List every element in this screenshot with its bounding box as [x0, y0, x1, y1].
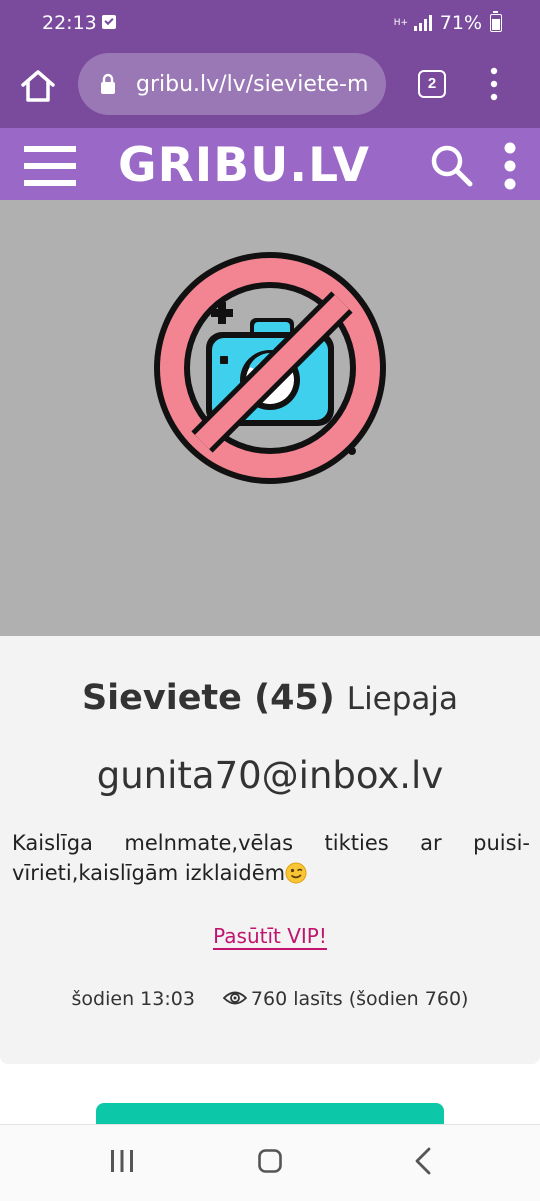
site-menu-dots-icon[interactable]	[500, 142, 520, 190]
no-photo-icon	[154, 252, 386, 484]
search-icon[interactable]	[428, 142, 474, 188]
eye-icon	[222, 991, 247, 1005]
status-bar: 22:13 H+ 71%	[0, 0, 540, 48]
url-text: gribu.lv/lv/sieviete-m	[136, 72, 369, 97]
lock-icon	[101, 73, 115, 94]
network-type-icon: H+	[393, 17, 409, 28]
profile-name-age: Sieviete (45)	[81, 678, 335, 718]
system-nav-bar	[0, 1124, 540, 1201]
profile-city: Liepaja	[346, 681, 459, 717]
views-count: 760 lasīts (šodien 760)	[250, 988, 469, 1010]
status-time: 22:13	[42, 12, 97, 34]
profile-contact: gunita70@inbox.lv	[96, 754, 444, 797]
profile-photo[interactable]	[0, 200, 540, 636]
profile-card: Sieviete (45) Liepaja gunita70@inbox.lv K…	[0, 636, 540, 1064]
battery-icon	[490, 11, 502, 32]
browser-toolbar: gribu.lv/lv/sieviete-m 2	[0, 48, 540, 128]
signal-icon	[413, 15, 432, 31]
vip-container: Pasūtīt VIP!	[0, 924, 540, 950]
site-header: GRIBU.LV	[0, 128, 540, 200]
notification-check-icon	[102, 15, 116, 29]
views-group: 760 lasīts (šodien 760)	[222, 988, 469, 1010]
home-icon[interactable]	[18, 66, 58, 106]
address-bar[interactable]: gribu.lv/lv/sieviete-m	[78, 53, 386, 115]
site-logo[interactable]: GRIBU.LV	[118, 138, 370, 193]
posted-time: šodien 13:03	[71, 988, 195, 1010]
back-icon[interactable]	[414, 1147, 432, 1175]
wink-emoji-icon	[285, 862, 307, 884]
home-nav-icon[interactable]	[258, 1149, 282, 1173]
battery-percent: 71%	[439, 12, 482, 34]
order-vip-link[interactable]: Pasūtīt VIP!	[213, 924, 327, 950]
profile-title: Sieviete (45) Liepaja	[0, 678, 540, 718]
profile-description: Kaislīga melnmate,vēlas tikties ar puisi…	[12, 828, 530, 888]
profile-meta: šodien 13:03 760 lasīts (šodien 760)	[0, 988, 540, 1010]
hamburger-icon[interactable]	[24, 146, 76, 186]
description-text: Kaislīga melnmate,vēlas tikties ar puisi…	[12, 831, 530, 885]
status-right: H+ 71%	[393, 11, 502, 34]
tabs-button[interactable]: 2	[418, 70, 446, 98]
menu-dots-icon[interactable]	[486, 66, 502, 102]
recent-apps-icon[interactable]	[110, 1149, 134, 1173]
